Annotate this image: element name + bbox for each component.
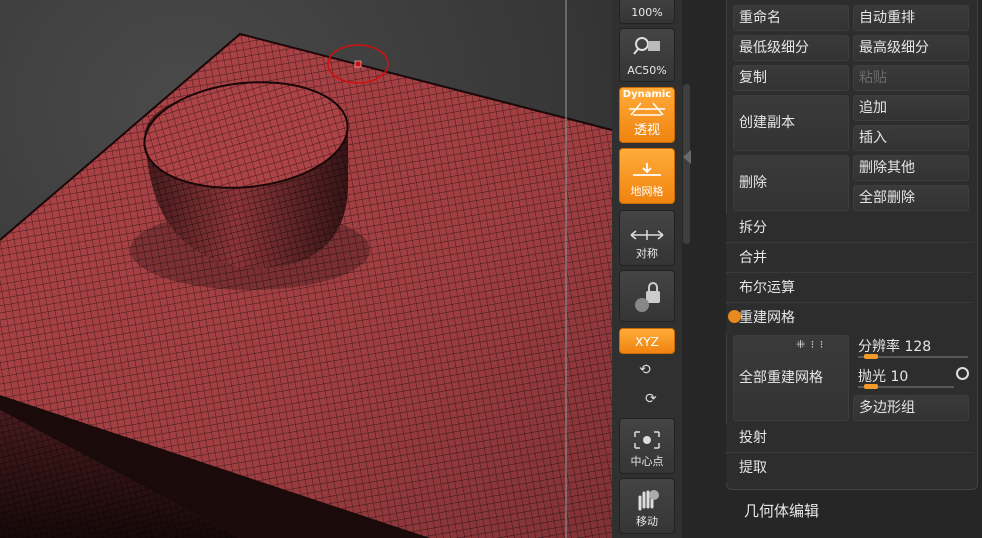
xyz-button[interactable]: XYZ (619, 328, 675, 354)
rename-button[interactable]: 重命名 (733, 5, 849, 31)
move-button[interactable]: 移动 (619, 478, 675, 534)
paste-button[interactable]: 粘贴 (853, 65, 969, 91)
perspective-label: 透视 (633, 123, 660, 138)
floor-icon (620, 161, 674, 180)
remesh-all-label: 全部重建网格 (739, 370, 823, 386)
xyz-label: XYZ (635, 335, 659, 349)
remesh-all-button[interactable]: 全部重建网格 (733, 335, 849, 421)
geometry-edit-header[interactable]: 几何体编辑 (744, 500, 819, 521)
move-label: 移动 (636, 515, 658, 528)
shelf-scrollbar[interactable] (683, 84, 690, 244)
insert-button[interactable]: 插入 (853, 125, 969, 151)
actual-size-button[interactable]: AC50% (619, 28, 675, 82)
center-point-button[interactable]: 中心点 (619, 418, 675, 474)
resolution-label: 分辨率 (858, 339, 900, 355)
viewport-edge-line (565, 0, 567, 538)
perspective-button[interactable]: Dynamic 透视 (619, 87, 675, 143)
zoom-button[interactable]: 100% (619, 0, 675, 24)
magnifier-icon (620, 35, 674, 60)
floor-grid-button[interactable]: 地网格 (619, 148, 675, 204)
hand-icon (620, 487, 674, 514)
duplicate-button[interactable]: 创建副本 (733, 95, 849, 151)
symmetry-label: 对称 (636, 247, 658, 260)
resolution-slider-fill (864, 354, 878, 359)
polish-slider-fill (864, 384, 878, 389)
center-label: 中心点 (630, 455, 664, 468)
collapse-arrow-icon[interactable] (683, 150, 691, 164)
delete-button[interactable]: 删除 (733, 155, 849, 211)
polish-text[interactable]: 抛光 10 (858, 366, 908, 386)
append-button[interactable]: 追加 (853, 95, 969, 121)
zoom-label: 100% (631, 6, 663, 19)
remesh-section-header[interactable]: 重建网格 (726, 304, 974, 333)
section-dot-icon (728, 310, 741, 323)
rotate-y-icon[interactable]: ⟲ (639, 362, 651, 378)
rotate-z-icon[interactable]: ⟳ (645, 391, 657, 407)
perspective-icon (620, 101, 674, 120)
dynamic-badge: Dynamic (622, 89, 672, 100)
polish-value: 10 (890, 369, 909, 385)
polygroups-button[interactable]: 多边形组 (853, 395, 969, 421)
polish-toggle-icon[interactable] (956, 367, 969, 380)
auto-reorder-button[interactable]: 自动重排 (853, 5, 969, 31)
resolution-text[interactable]: 分辨率 128 (858, 336, 931, 356)
project-row[interactable]: 投射 (726, 424, 974, 453)
3d-viewport[interactable] (0, 0, 612, 538)
symmetry-icon (620, 229, 674, 244)
lock-camera-icon (620, 281, 674, 316)
right-shelf: 100% AC50% Dynamic 透视 地网格 对称 XYZ 中心点 移动 (612, 0, 682, 538)
merge-row[interactable]: 合并 (726, 244, 974, 273)
ac-label: AC50% (627, 64, 667, 77)
copy-button[interactable]: 复制 (733, 65, 849, 91)
split-row[interactable]: 拆分 (726, 214, 974, 243)
highest-subdiv-button[interactable]: 最高级细分 (853, 35, 969, 61)
floor-label: 地网格 (630, 185, 664, 198)
symmetry-button[interactable]: 对称 (619, 210, 675, 266)
polish-label: 抛光 (858, 369, 886, 385)
remesh-options-icon[interactable]: ⁜ ⁝ ⁝ (796, 338, 824, 351)
delete-other-button[interactable]: 删除其他 (853, 155, 969, 181)
remesh-section-label: 重建网格 (739, 310, 795, 326)
center-icon (620, 429, 674, 454)
mesh-canvas (0, 0, 612, 538)
extract-row[interactable]: 提取 (726, 454, 974, 483)
lowest-subdiv-button[interactable]: 最低级细分 (733, 35, 849, 61)
delete-all-button[interactable]: 全部删除 (853, 185, 969, 211)
resolution-value: 128 (904, 339, 932, 355)
boolean-row[interactable]: 布尔运算 (726, 274, 974, 303)
local-symmetry-button[interactable] (619, 270, 675, 322)
